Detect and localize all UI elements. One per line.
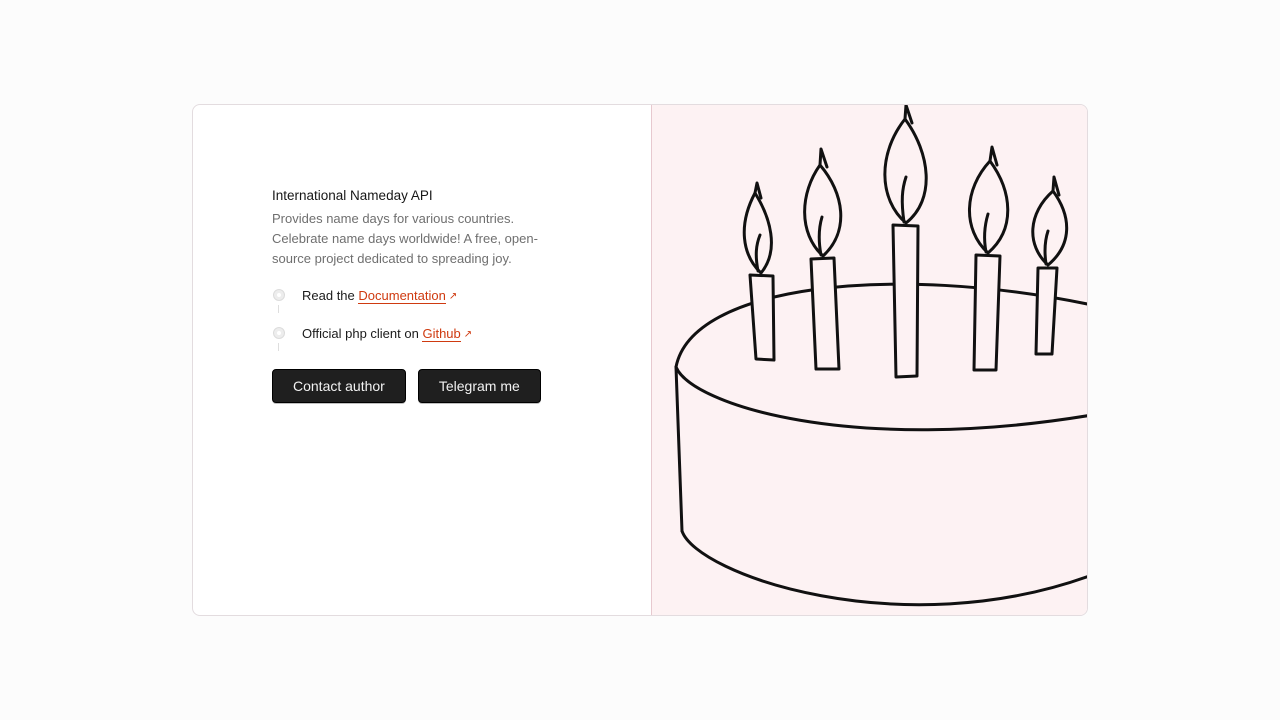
hero-card: International Nameday API Provides name … bbox=[192, 104, 1088, 616]
step-bullet-icon bbox=[273, 327, 285, 339]
cake-top-front-edge bbox=[674, 365, 1087, 432]
illustration-panel bbox=[651, 105, 1087, 615]
page-description: Provides name days for various countries… bbox=[272, 211, 538, 266]
external-link-icon: ↗ bbox=[448, 291, 458, 302]
candle-1 bbox=[742, 181, 776, 362]
candle-3 bbox=[883, 105, 928, 379]
candle-4 bbox=[968, 145, 1010, 372]
cake-left-side bbox=[674, 365, 684, 533]
page-title: International Nameday API bbox=[272, 188, 433, 203]
birthday-cake-illustration bbox=[674, 105, 1087, 607]
candle-2 bbox=[803, 147, 843, 371]
step-connector bbox=[278, 305, 279, 313]
step-prefix: Read the bbox=[302, 288, 355, 303]
step-documentation: Read the Documentation ↗ bbox=[272, 287, 572, 325]
external-link-icon: ↗ bbox=[463, 329, 473, 340]
step-github: Official php client on Github ↗ bbox=[272, 325, 572, 363]
action-buttons: Contact author Telegram me bbox=[272, 369, 572, 403]
hero-content: International Nameday API Provides name … bbox=[272, 187, 572, 403]
step-connector bbox=[278, 343, 279, 351]
step-text: Read the Documentation ↗ bbox=[302, 287, 457, 306]
step-bullet-icon bbox=[273, 289, 285, 301]
telegram-button[interactable]: Telegram me bbox=[417, 369, 541, 403]
github-link[interactable]: Github bbox=[422, 326, 461, 342]
cake-top-back-edge bbox=[674, 282, 1087, 369]
documentation-link[interactable]: Documentation bbox=[358, 288, 446, 304]
contact-author-button[interactable]: Contact author bbox=[272, 369, 406, 403]
step-prefix: Official php client on bbox=[302, 326, 419, 341]
step-text: Official php client on Github ↗ bbox=[302, 325, 472, 344]
cake-bottom-edge bbox=[680, 529, 1087, 607]
candle-5 bbox=[1031, 175, 1069, 356]
steps-list: Read the Documentation ↗ Official php cli… bbox=[272, 287, 572, 363]
hero-text-panel: International Nameday API Provides name … bbox=[193, 105, 651, 615]
